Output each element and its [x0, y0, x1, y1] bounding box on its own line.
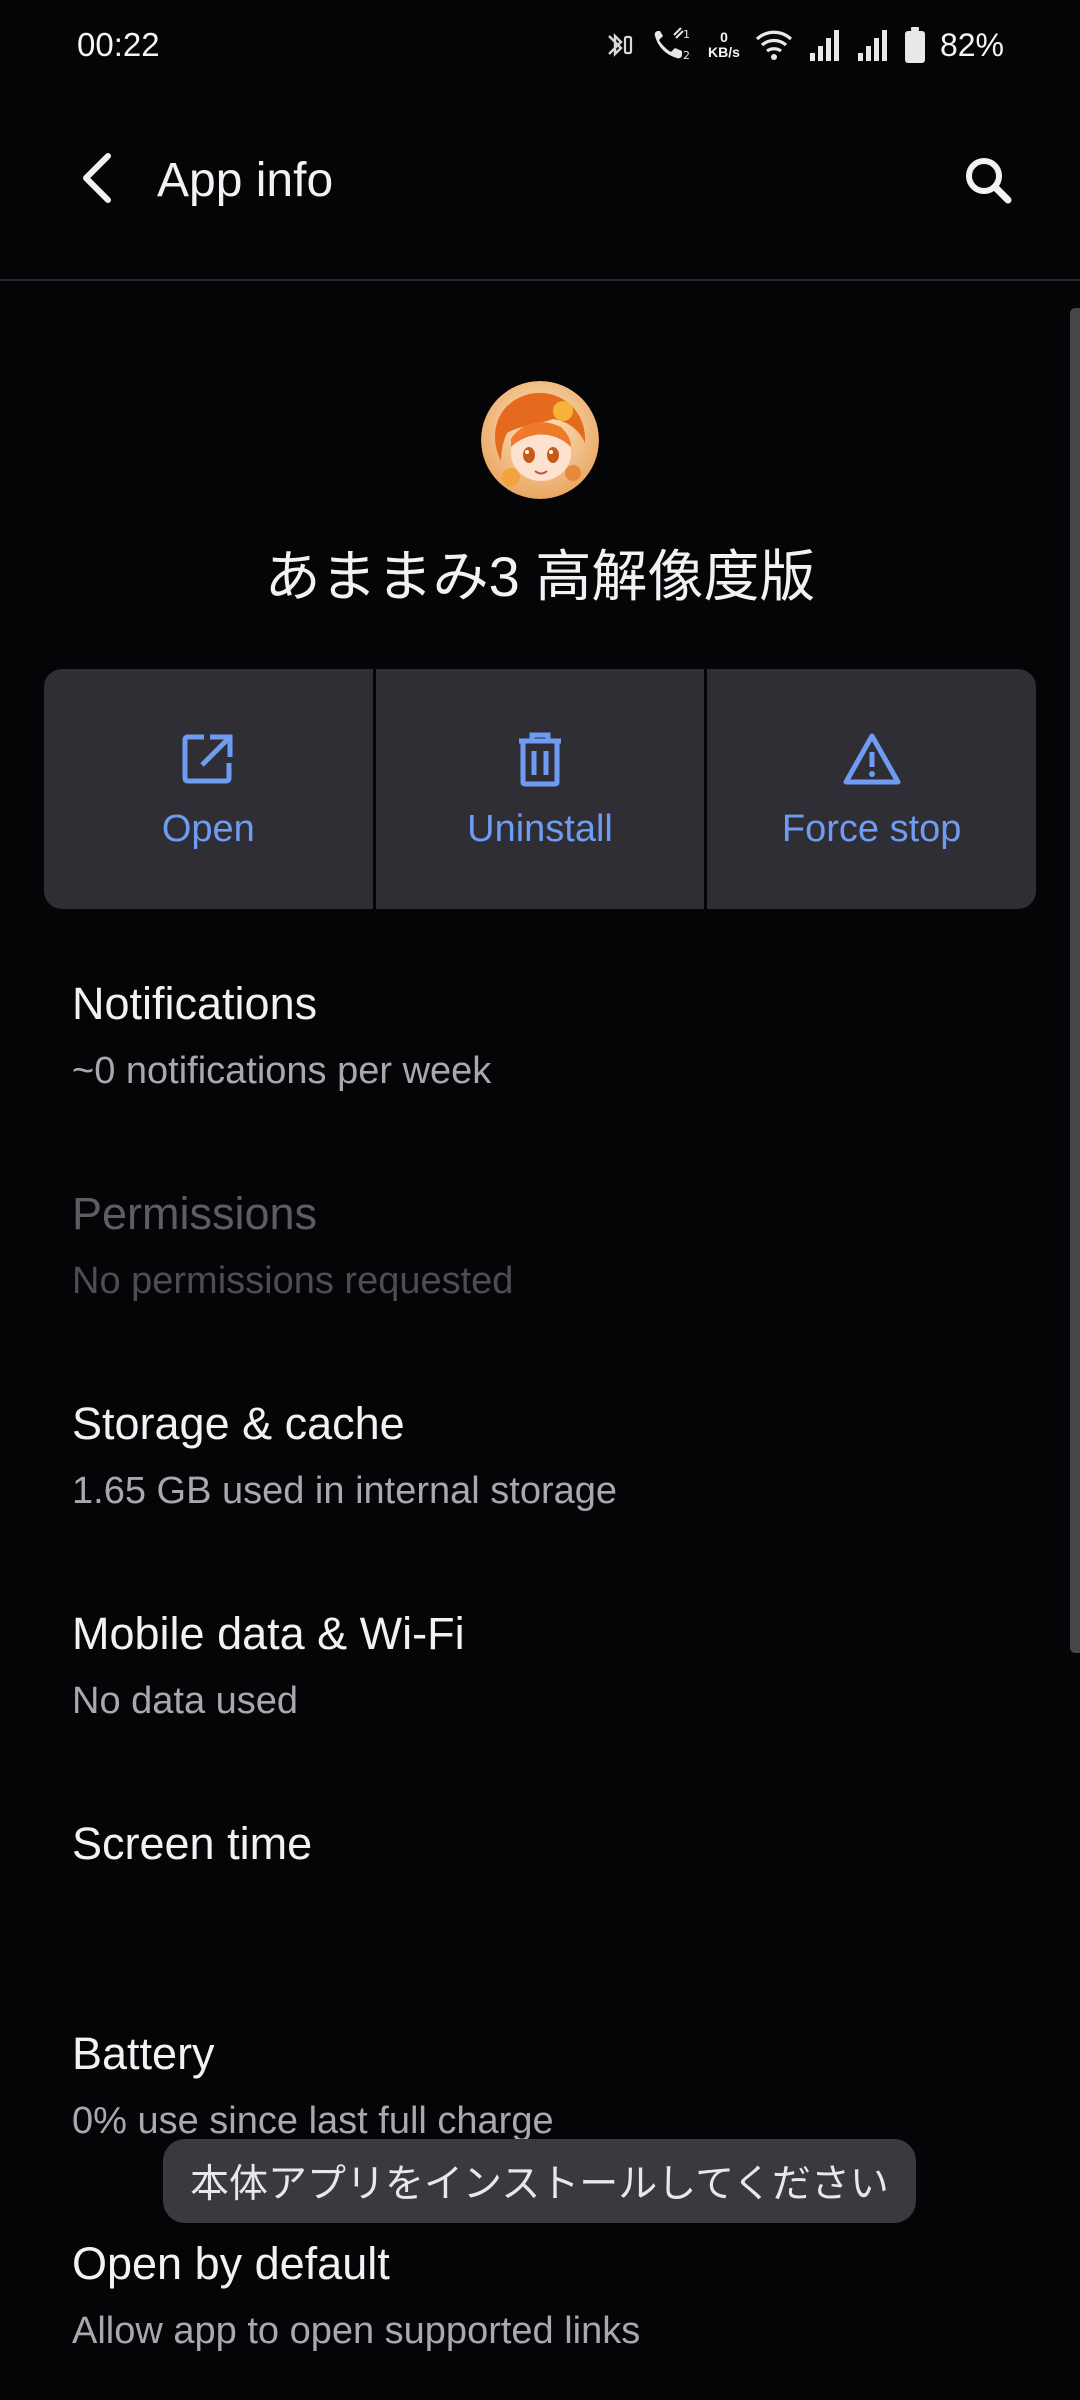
item-subtitle: No data used: [72, 1680, 299, 1722]
app-name: あままみ3 高解像度版: [264, 545, 816, 608]
scrollbar[interactable]: [1070, 308, 1080, 1653]
network-speed-value: 0: [720, 29, 728, 45]
network-speed: 0 KB/s: [708, 30, 740, 60]
network-speed-unit: KB/s: [708, 44, 740, 60]
search-icon: [962, 154, 1014, 211]
status-icons: 1 2 0 KB/s 82%: [600, 22, 1004, 68]
open-external-icon: [180, 728, 236, 790]
uninstall-button[interactable]: Uninstall: [375, 669, 705, 909]
toast-message: 本体アプリをインストールしてください: [163, 2139, 916, 2223]
battery-item[interactable]: Battery 0% use since last full charge: [72, 2028, 1032, 2143]
force-stop-button[interactable]: Force stop: [707, 669, 1036, 909]
warning-icon: [842, 728, 902, 790]
app-icon: [481, 381, 599, 499]
item-subtitle: ~0 notifications per week: [72, 1050, 492, 1092]
screen-time-item[interactable]: Screen time: [72, 1818, 1032, 1870]
svg-text:2: 2: [683, 49, 690, 62]
bluetooth-vibrate-icon: [600, 27, 636, 63]
page-title: App info: [157, 154, 334, 207]
uninstall-label: Uninstall: [467, 807, 613, 850]
volte-call-icon: 1 2: [650, 25, 694, 65]
status-time: 00:22: [77, 26, 160, 63]
arrow-back-icon: [78, 152, 118, 209]
app-bar: App info: [0, 100, 1080, 280]
status-bar: 00:22 1 2 0 KB/s 82%: [0, 0, 1080, 90]
action-buttons: Open Uninstall Force stop: [44, 669, 1036, 909]
item-title: Storage & cache: [72, 1398, 405, 1449]
item-title: Battery: [72, 2028, 215, 2079]
item-title: Mobile data & Wi-Fi: [72, 1608, 465, 1659]
signal-strength-icon-sim2: [856, 27, 890, 63]
force-stop-label: Force stop: [781, 807, 962, 850]
search-button[interactable]: [950, 144, 1026, 220]
app-bar-divider: [0, 279, 1080, 281]
notifications-item[interactable]: Notifications ~0 notifications per week: [72, 978, 1032, 1093]
item-title: Notifications: [72, 978, 318, 1029]
open-button[interactable]: Open: [44, 669, 373, 909]
item-title: Permissions: [72, 1188, 318, 1239]
open-by-default-item[interactable]: Open by default Allow app to open suppor…: [72, 2238, 1032, 2353]
item-subtitle: No permissions requested: [72, 1260, 514, 1302]
wifi-icon: [754, 27, 794, 63]
item-subtitle: 1.65 GB used in internal storage: [72, 1470, 618, 1512]
signal-strength-icon-sim1: [808, 27, 842, 63]
storage-cache-item[interactable]: Storage & cache 1.65 GB used in internal…: [72, 1398, 1032, 1513]
item-title: Screen time: [72, 1818, 313, 1869]
open-label: Open: [161, 807, 255, 850]
permissions-item[interactable]: Permissions No permissions requested: [72, 1188, 1032, 1303]
item-subtitle: 0% use since last full charge: [72, 2100, 554, 2142]
item-title: Open by default: [72, 2238, 390, 2289]
svg-text:1: 1: [683, 28, 690, 41]
mobile-data-wifi-item[interactable]: Mobile data & Wi-Fi No data used: [72, 1608, 1032, 1723]
back-button[interactable]: [60, 142, 136, 218]
item-subtitle: Allow app to open supported links: [72, 2310, 641, 2352]
battery-icon: [904, 26, 926, 64]
battery-percent: 82%: [939, 26, 1004, 63]
trash-icon: [515, 728, 565, 790]
